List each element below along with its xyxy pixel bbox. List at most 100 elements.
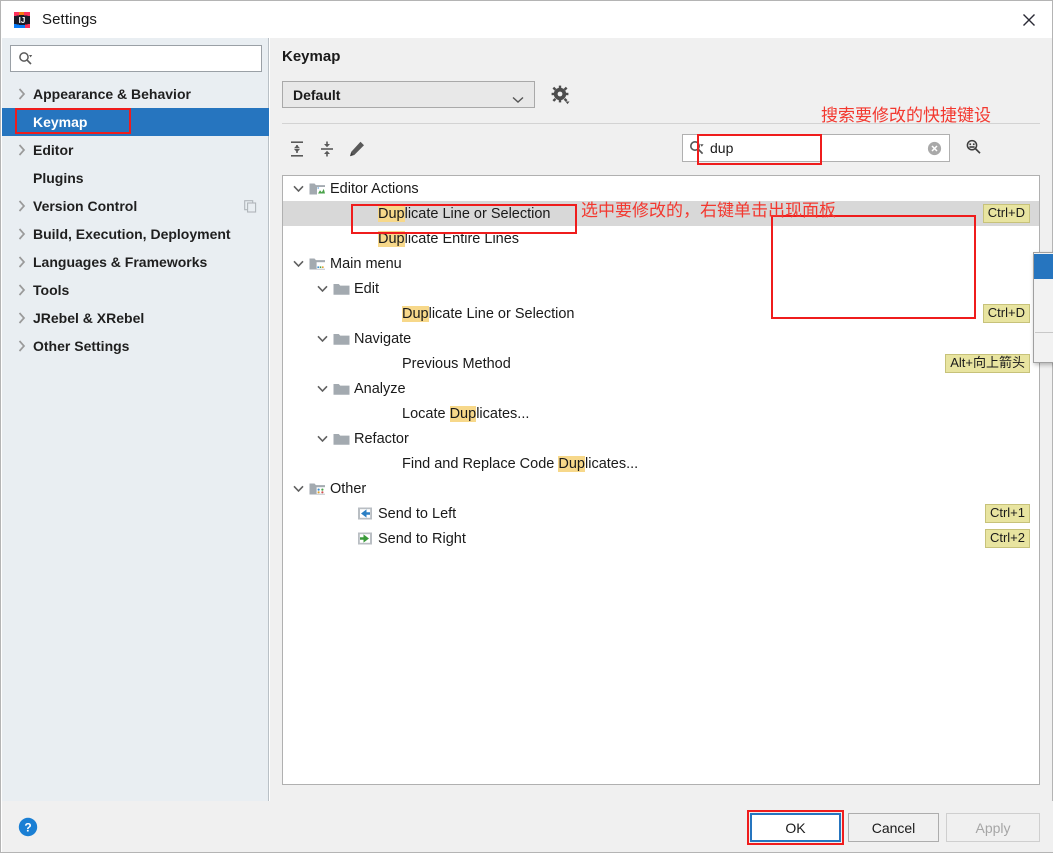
tree-row[interactable]: Edit	[283, 276, 1039, 301]
sidebar-item-list: Appearance & Behavior Keymap Editor Plugins…	[2, 80, 269, 360]
search-match-highlight: Dup	[378, 230, 405, 247]
tree-row[interactable]: Navigate	[283, 326, 1039, 351]
keymap-toolbar	[282, 134, 372, 164]
sidebar-item-other-settings[interactable]: Other Settings	[2, 332, 269, 360]
search-match-highlight: Dup	[378, 205, 405, 222]
chevron-right-icon[interactable]	[11, 312, 33, 324]
clear-icon[interactable]	[927, 141, 942, 161]
keymap-select[interactable]: Default	[282, 81, 535, 108]
sidebar-item-version-control[interactable]: Version Control	[2, 192, 269, 220]
expand-all-icon[interactable]	[282, 135, 312, 163]
sidebar-item-build-execution-deployment[interactable]: Build, Execution, Deployment	[2, 220, 269, 248]
chevron-right-icon[interactable]	[11, 284, 33, 296]
sidebar-item-keymap[interactable]: Keymap	[2, 108, 269, 136]
edit-pencil-icon[interactable]	[342, 135, 372, 163]
intellij-idea-icon: IJ	[13, 11, 31, 29]
main-menu-folder-icon	[307, 256, 327, 271]
tree-row-label: Locate Duplicates...	[402, 405, 530, 422]
menu-separator	[1035, 332, 1053, 333]
cancel-button[interactable]: Cancel	[848, 813, 939, 842]
keymap-search-box[interactable]	[682, 134, 950, 162]
folder-icon	[331, 382, 351, 396]
sidebar-item-label: Plugins	[33, 170, 84, 186]
sidebar-item-label: Version Control	[33, 198, 138, 214]
tree-row[interactable]: Find and Replace Code Duplicates...	[283, 451, 1039, 476]
settings-dialog: IJ Settings Appearance & Behavior Keymap E…	[0, 0, 1053, 853]
tree-row[interactable]: Previous Method Alt+向上箭头	[283, 351, 1039, 376]
sidebar-item-editor[interactable]: Editor	[2, 136, 269, 164]
tree-row-label: Find and Replace Code Duplicates...	[402, 455, 639, 472]
find-by-shortcut-icon[interactable]	[960, 134, 988, 162]
chevron-down-icon[interactable]	[313, 335, 331, 343]
tree-row-label: Duplicate Line or Selection	[378, 205, 551, 222]
folder-icon	[331, 282, 351, 296]
tree-row[interactable]: Duplicate Entire Lines	[283, 226, 1039, 251]
search-match-highlight: Dup	[402, 305, 429, 322]
menu-item-add-abbreviation[interactable]: Add Abbreviation	[1034, 304, 1053, 329]
folder-icon	[331, 432, 351, 446]
chevron-right-icon[interactable]	[11, 200, 33, 212]
chevron-right-icon[interactable]	[11, 340, 33, 352]
keymap-search-input[interactable]	[710, 138, 910, 158]
chevron-down-icon	[512, 91, 524, 109]
collapse-all-icon[interactable]	[312, 135, 342, 163]
tree-row-label: Send to Right	[378, 530, 466, 547]
sidebar-item-label: Tools	[33, 282, 70, 298]
chevron-down-icon[interactable]	[313, 285, 331, 293]
chevron-down-icon[interactable]	[313, 385, 331, 393]
tree-row[interactable]: Refactor	[283, 426, 1039, 451]
tree-row[interactable]: Locate Duplicates...	[283, 401, 1039, 426]
chevron-down-icon[interactable]	[289, 260, 307, 268]
tree-row-label: Duplicate Entire Lines	[378, 230, 520, 247]
svg-text:IJ: IJ	[19, 16, 26, 25]
tree-row[interactable]: Duplicate Line or Selection Ctrl+D	[283, 301, 1039, 326]
sidebar-item-languages-frameworks[interactable]: Languages & Frameworks	[2, 248, 269, 276]
tree-row[interactable]: Analyze	[283, 376, 1039, 401]
chevron-down-icon[interactable]	[289, 485, 307, 493]
copy-icon[interactable]	[244, 200, 257, 216]
chevron-right-icon[interactable]	[11, 88, 33, 100]
sidebar-item-label: Appearance & Behavior	[33, 86, 191, 102]
tree-row-label: Editor Actions	[330, 180, 419, 197]
search-icon	[18, 51, 33, 66]
menu-item-add-mouse-shortcut[interactable]: Add Mouse Shortcut	[1034, 279, 1053, 304]
sidebar-item-appearance-behavior[interactable]: Appearance & Behavior	[2, 80, 269, 108]
tree-row[interactable]: Main menu	[283, 251, 1039, 276]
sidebar-search-box[interactable]	[10, 45, 262, 72]
sidebar-search-input[interactable]	[36, 48, 231, 69]
tree-row[interactable]: Send to Right Ctrl+2	[283, 526, 1039, 551]
sidebar-item-tools[interactable]: Tools	[2, 276, 269, 304]
chevron-right-icon[interactable]	[11, 144, 33, 156]
chevron-right-icon[interactable]	[11, 256, 33, 268]
folder-icon	[331, 332, 351, 346]
tree-row[interactable]: Other	[283, 476, 1039, 501]
sidebar-item-label: JRebel & XRebel	[33, 310, 145, 326]
chevron-down-icon[interactable]	[313, 435, 331, 443]
gear-icon[interactable]	[548, 81, 574, 108]
search-match-highlight: Dup	[449, 405, 477, 422]
sidebar-item-label: Keymap	[33, 114, 88, 130]
help-icon[interactable]: ?	[18, 817, 38, 837]
sidebar-item-plugins[interactable]: Plugins	[2, 164, 269, 192]
menu-item-add-keyboard-shortcut[interactable]: Add Keyboard Shortcut	[1034, 254, 1053, 279]
settings-sidebar: Appearance & Behavior Keymap Editor Plugins…	[2, 38, 269, 801]
context-menu[interactable]: Add Keyboard ShortcutAdd Mouse ShortcutA…	[1033, 252, 1053, 363]
annotation-text-rightclick: 选中要修改的，右键单击出现面板	[581, 201, 836, 221]
tree-row[interactable]: Send to Left Ctrl+1	[283, 501, 1039, 526]
sidebar-item-label: Editor	[33, 142, 74, 158]
keymap-tree[interactable]: Editor Actions Duplicate Line or Selectio…	[282, 175, 1040, 785]
menu-item-remove-ctrl-d[interactable]: Remove Ctrl+D	[1034, 336, 1053, 361]
ok-button[interactable]: OK	[750, 813, 841, 842]
close-icon[interactable]	[1006, 1, 1052, 38]
chevron-down-icon[interactable]	[289, 185, 307, 193]
send-to-left-icon	[355, 506, 375, 521]
search-icon	[689, 140, 705, 156]
window-title: Settings	[42, 11, 97, 28]
chevron-right-icon[interactable]	[11, 228, 33, 240]
search-match-highlight: Dup	[558, 455, 585, 472]
shortcut-badge: Ctrl+1	[984, 504, 1030, 523]
sidebar-item-jrebel-xrebel[interactable]: JRebel & XRebel	[2, 304, 269, 332]
sidebar-item-label: Other Settings	[33, 338, 130, 354]
apply-button[interactable]: Apply	[946, 813, 1040, 842]
sidebar-item-label: Languages & Frameworks	[33, 254, 208, 270]
